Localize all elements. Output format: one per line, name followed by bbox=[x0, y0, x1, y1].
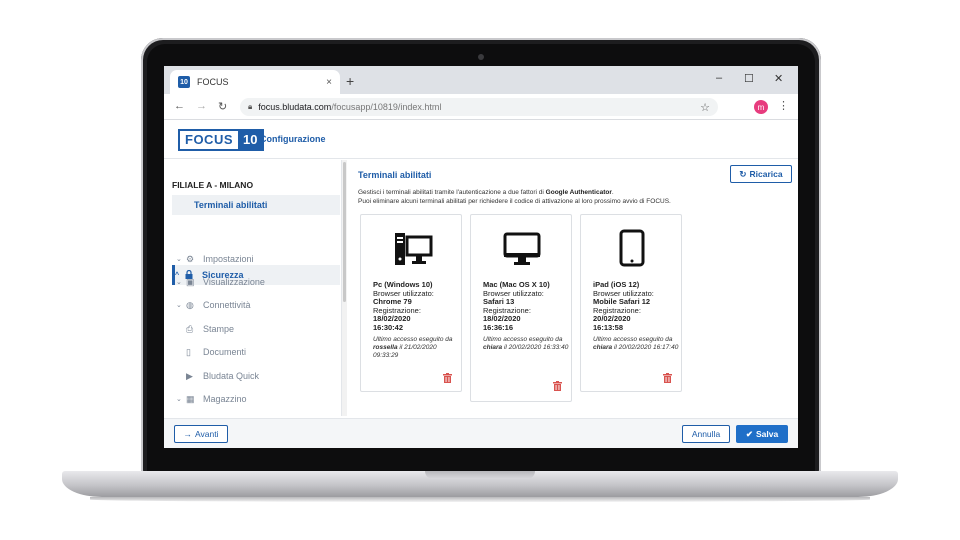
close-window-icon[interactable]: ✕ bbox=[774, 72, 783, 85]
profile-avatar[interactable]: m bbox=[754, 100, 768, 114]
app-section-title: Configurazione bbox=[260, 134, 326, 144]
last-access: Ultimo accesso eseguito da chiara il 20/… bbox=[483, 335, 569, 351]
reload-page-icon[interactable]: ↻ bbox=[218, 100, 227, 113]
tab-title: FOCUS bbox=[197, 77, 229, 87]
desktop-pc-icon bbox=[395, 233, 433, 265]
trash-icon[interactable] bbox=[443, 373, 452, 383]
laptop-notch bbox=[425, 471, 535, 479]
laptop-screen: 10 FOCUS × + – ☐ ✕ ← → ↻ 🔒︎ focus.bludat… bbox=[164, 66, 798, 448]
url-text: focus.bludata.com/focusapp/10819/index.h… bbox=[258, 102, 442, 112]
back-arrow-icon[interactable]: ← bbox=[174, 100, 185, 112]
sidebar-scrollbar-thumb[interactable] bbox=[343, 162, 346, 302]
forward-arrow-icon[interactable]: → bbox=[196, 100, 207, 112]
maximize-window-icon[interactable]: ☐ bbox=[744, 72, 754, 85]
chevron-down-icon: ⌄ bbox=[176, 279, 182, 286]
new-tab-button[interactable]: + bbox=[346, 73, 354, 89]
page-description: Gestisci i terminali abilitati tramite l… bbox=[358, 189, 671, 205]
trash-icon[interactable] bbox=[553, 381, 562, 391]
next-button[interactable]: → Avanti bbox=[174, 425, 228, 443]
check-icon: ✔ bbox=[745, 428, 753, 439]
save-button[interactable]: ✔ Salva bbox=[736, 425, 788, 443]
bookmark-star-icon[interactable]: ☆ bbox=[700, 101, 710, 114]
browser-toolbar: ← → ↻ 🔒︎ focus.bludata.com/focusapp/1081… bbox=[164, 94, 798, 120]
sidebar-item-visualizzazione[interactable]: ⌄ ▣ Visualizzazione bbox=[176, 272, 344, 292]
windows-icon: ▣ bbox=[186, 276, 195, 287]
chevron-down-icon: ⌄ bbox=[176, 396, 182, 403]
browser-tab-bar: 10 FOCUS × + – ☐ ✕ bbox=[164, 66, 798, 94]
sidebar-item-bludata-quick[interactable]: ▶ Bludata Quick bbox=[186, 366, 354, 386]
page-title: Terminali abilitati bbox=[358, 170, 432, 180]
browser-tab[interactable]: 10 FOCUS × bbox=[170, 70, 340, 94]
mac-monitor-icon bbox=[503, 232, 541, 265]
focus-logo: FOCUS 10 bbox=[178, 129, 265, 151]
warehouse-icon: ▦ bbox=[186, 393, 195, 404]
printer-icon: ⎙ bbox=[186, 323, 194, 334]
branch-name: FILIALE A - MILANO bbox=[172, 180, 254, 190]
last-access: Ultimo accesso eseguito da rossella il 2… bbox=[373, 335, 453, 359]
app-header: FOCUS 10 Configurazione bbox=[164, 121, 798, 159]
device-card: Mac (Mac OS X 10) Browser utilizzato: Sa… bbox=[470, 214, 572, 402]
chevron-down-icon: ⌄ bbox=[176, 302, 182, 309]
sidebar-item-connettivita[interactable]: ⌄ ◍ Connettività bbox=[176, 295, 344, 315]
lock-icon: 🔒︎ bbox=[248, 102, 253, 111]
reload-button[interactable]: ↻ Ricarica bbox=[730, 165, 792, 183]
chevron-down-icon: ⌄ bbox=[176, 256, 182, 263]
browser-menu-icon[interactable]: ⋮ bbox=[778, 99, 789, 112]
webcam-icon bbox=[478, 54, 484, 60]
last-access: Ultimo accesso eseguito da chiara il 20/… bbox=[593, 335, 679, 351]
cancel-button[interactable]: Annulla bbox=[682, 425, 730, 443]
device-card: iPad (iOS 12) Browser utilizzato: Mobile… bbox=[580, 214, 682, 392]
main-panel: Terminali abilitati ↻ Ricarica Gestisci … bbox=[350, 160, 798, 416]
laptop-shadow bbox=[90, 497, 870, 502]
sidebar-item-magazzino[interactable]: ⌄ ▦ Magazzino bbox=[176, 389, 344, 409]
sidebar-item-stampe[interactable]: ⎙ Stampe bbox=[186, 319, 354, 339]
registration-time: 16:36:16 bbox=[483, 322, 514, 332]
minimize-window-icon[interactable]: – bbox=[716, 72, 722, 84]
refresh-icon: ↻ bbox=[739, 168, 747, 179]
device-card: Pc (Windows 10) Browser utilizzato: Chro… bbox=[360, 214, 462, 392]
trash-icon[interactable] bbox=[663, 373, 672, 383]
sidebar-item-terminali-abilitati[interactable]: Terminali abilitati bbox=[172, 195, 340, 215]
registration-time: 16:30:42 bbox=[373, 322, 404, 332]
document-icon: ▯ bbox=[186, 346, 191, 357]
registration-time: 16:13:58 bbox=[593, 322, 624, 332]
arrow-right-icon: → bbox=[183, 429, 193, 439]
focus-favicon-icon: 10 bbox=[178, 76, 190, 88]
close-tab-icon[interactable]: × bbox=[326, 77, 332, 88]
globe-icon: ◍ bbox=[186, 299, 194, 310]
gears-icon: ⚙ bbox=[186, 253, 195, 264]
tablet-icon bbox=[619, 229, 645, 267]
footer-bar: → Avanti Annulla ✔ Salva bbox=[164, 418, 798, 448]
address-bar[interactable]: 🔒︎ focus.bludata.com/focusapp/10819/inde… bbox=[240, 98, 718, 116]
sidebar-item-impostazioni[interactable]: ⌄ ⚙ Impostazioni bbox=[176, 249, 344, 269]
play-icon: ▶ bbox=[186, 370, 193, 381]
sidebar-item-documenti[interactable]: ▯ Documenti bbox=[186, 342, 354, 362]
